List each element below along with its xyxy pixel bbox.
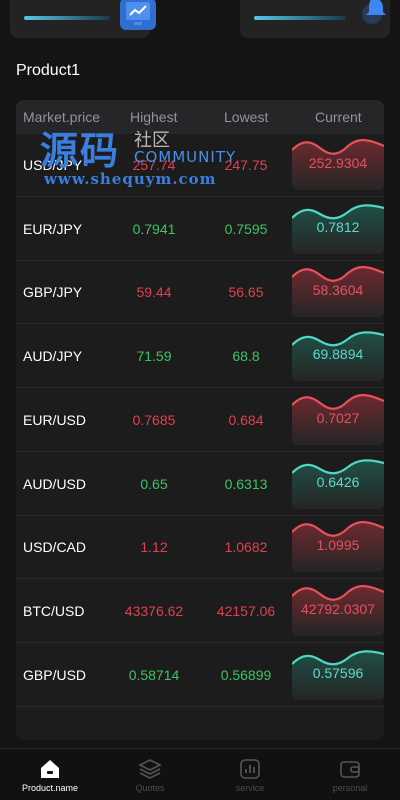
nav-label-personal: personal — [332, 783, 368, 793]
trend-chart-icon[interactable] — [120, 0, 156, 30]
pair-name: EUR/JPY — [23, 220, 83, 237]
pair-name: AUD/JPY — [23, 348, 83, 365]
watermark: 源码 社区 COMMUNITY www.shequym.com — [40, 120, 280, 190]
table-row[interactable]: EUR/USD 0.7685 0.684 0.7027 — [16, 389, 384, 452]
lowest-value: 68.8 — [232, 348, 260, 365]
lowest-value: 42157.06 — [216, 602, 276, 619]
lowest-value: 0.684 — [228, 411, 264, 428]
pair-name: AUD/USD — [23, 475, 87, 492]
nav-item-quotes[interactable]: Quotes — [100, 749, 200, 800]
current-value: 0.57596 — [312, 664, 364, 681]
table-row[interactable]: EUR/JPY 0.7941 0.7595 0.7812 — [16, 198, 384, 261]
right-summary-progress — [254, 16, 346, 20]
lowest-value: 0.56899 — [220, 666, 272, 683]
table-row[interactable]: AUD/JPY 71.59 68.8 69.8894 — [16, 325, 384, 389]
market-table: Market.price Highest Lowest Current USD/… — [16, 100, 384, 740]
highest-value: 0.7941 — [132, 220, 176, 237]
lowest-value: 0.6313 — [224, 475, 268, 492]
current-price-box[interactable]: 0.57596 — [292, 648, 384, 700]
highest-value: 43376.62 — [124, 602, 184, 619]
lowest-value: 1.0682 — [224, 539, 268, 556]
highest-value: 0.65 — [140, 475, 168, 492]
wallet-icon — [340, 761, 360, 778]
highest-value: 0.58714 — [128, 666, 180, 683]
current-price-box[interactable]: 0.6426 — [292, 457, 384, 509]
current-value: 0.6426 — [316, 473, 360, 490]
nav-label-home: Product.name — [21, 783, 79, 793]
nav-label-service: service — [235, 783, 265, 793]
current-value: 1.0995 — [316, 537, 360, 554]
header-current: Current — [315, 109, 362, 125]
highest-value: 59.44 — [136, 284, 172, 301]
section-title: Product1 — [16, 62, 81, 79]
lowest-value: 0.7595 — [224, 220, 268, 237]
table-row[interactable]: GBP/JPY 59.44 56.65 58.3604 — [16, 261, 384, 325]
current-value: 69.8894 — [312, 346, 364, 363]
highest-value: 0.7685 — [132, 411, 176, 428]
current-price-box[interactable]: 69.8894 — [292, 329, 384, 382]
current-price-box[interactable]: 42792.0307 — [292, 584, 384, 636]
current-value: 252.9304 — [308, 155, 368, 171]
table-row[interactable]: GBP/USD 0.58714 0.56899 0.57596 — [16, 644, 384, 707]
nav-item-service[interactable]: service — [200, 749, 300, 800]
current-value: 58.3604 — [312, 282, 364, 299]
watermark-community-text: COMMUNITY — [134, 148, 237, 166]
current-value: 0.7812 — [316, 218, 360, 235]
pair-name: USD/CAD — [23, 539, 87, 556]
layers-icon — [138, 759, 162, 779]
table-row[interactable]: AUD/USD 0.65 0.6313 0.6426 — [16, 453, 384, 516]
watermark-url-text: www.shequym.com — [44, 170, 217, 188]
left-summary-progress — [24, 16, 110, 20]
pair-name: GBP/USD — [23, 666, 87, 683]
current-value: 0.7027 — [316, 409, 360, 426]
nav-item-personal[interactable]: personal — [300, 749, 400, 800]
current-price-box[interactable]: 0.7812 — [292, 202, 384, 254]
home-icon — [41, 760, 59, 778]
table-row[interactable]: BTC/USD 43376.62 42157.06 42792.0307 — [16, 580, 384, 643]
current-price-box[interactable]: 0.7027 — [292, 393, 384, 445]
lowest-value: 56.65 — [228, 284, 264, 301]
chart-icon — [240, 759, 260, 779]
bottom-navigation: Product.name Quotes service personal — [0, 748, 400, 800]
watermark-big-text: 源码 — [40, 129, 121, 173]
pair-name: GBP/JPY — [23, 284, 83, 301]
nav-item-home[interactable]: Product.name — [0, 749, 100, 800]
top-summary-cards — [0, 0, 400, 40]
highest-value: 71.59 — [136, 348, 172, 365]
bell-icon[interactable] — [360, 0, 390, 26]
table-row[interactable]: USD/CAD 1.12 1.0682 1.0995 — [16, 516, 384, 580]
highest-value: 1.12 — [140, 539, 168, 556]
current-price-box[interactable]: 58.3604 — [292, 265, 384, 318]
current-value: 42792.0307 — [301, 600, 375, 617]
pair-name: EUR/USD — [23, 411, 87, 428]
current-price-box[interactable]: 252.9304 — [292, 138, 384, 190]
current-price-box[interactable]: 1.0995 — [292, 520, 384, 573]
pair-name: BTC/USD — [23, 602, 85, 619]
nav-label-quotes: Quotes — [135, 783, 165, 793]
